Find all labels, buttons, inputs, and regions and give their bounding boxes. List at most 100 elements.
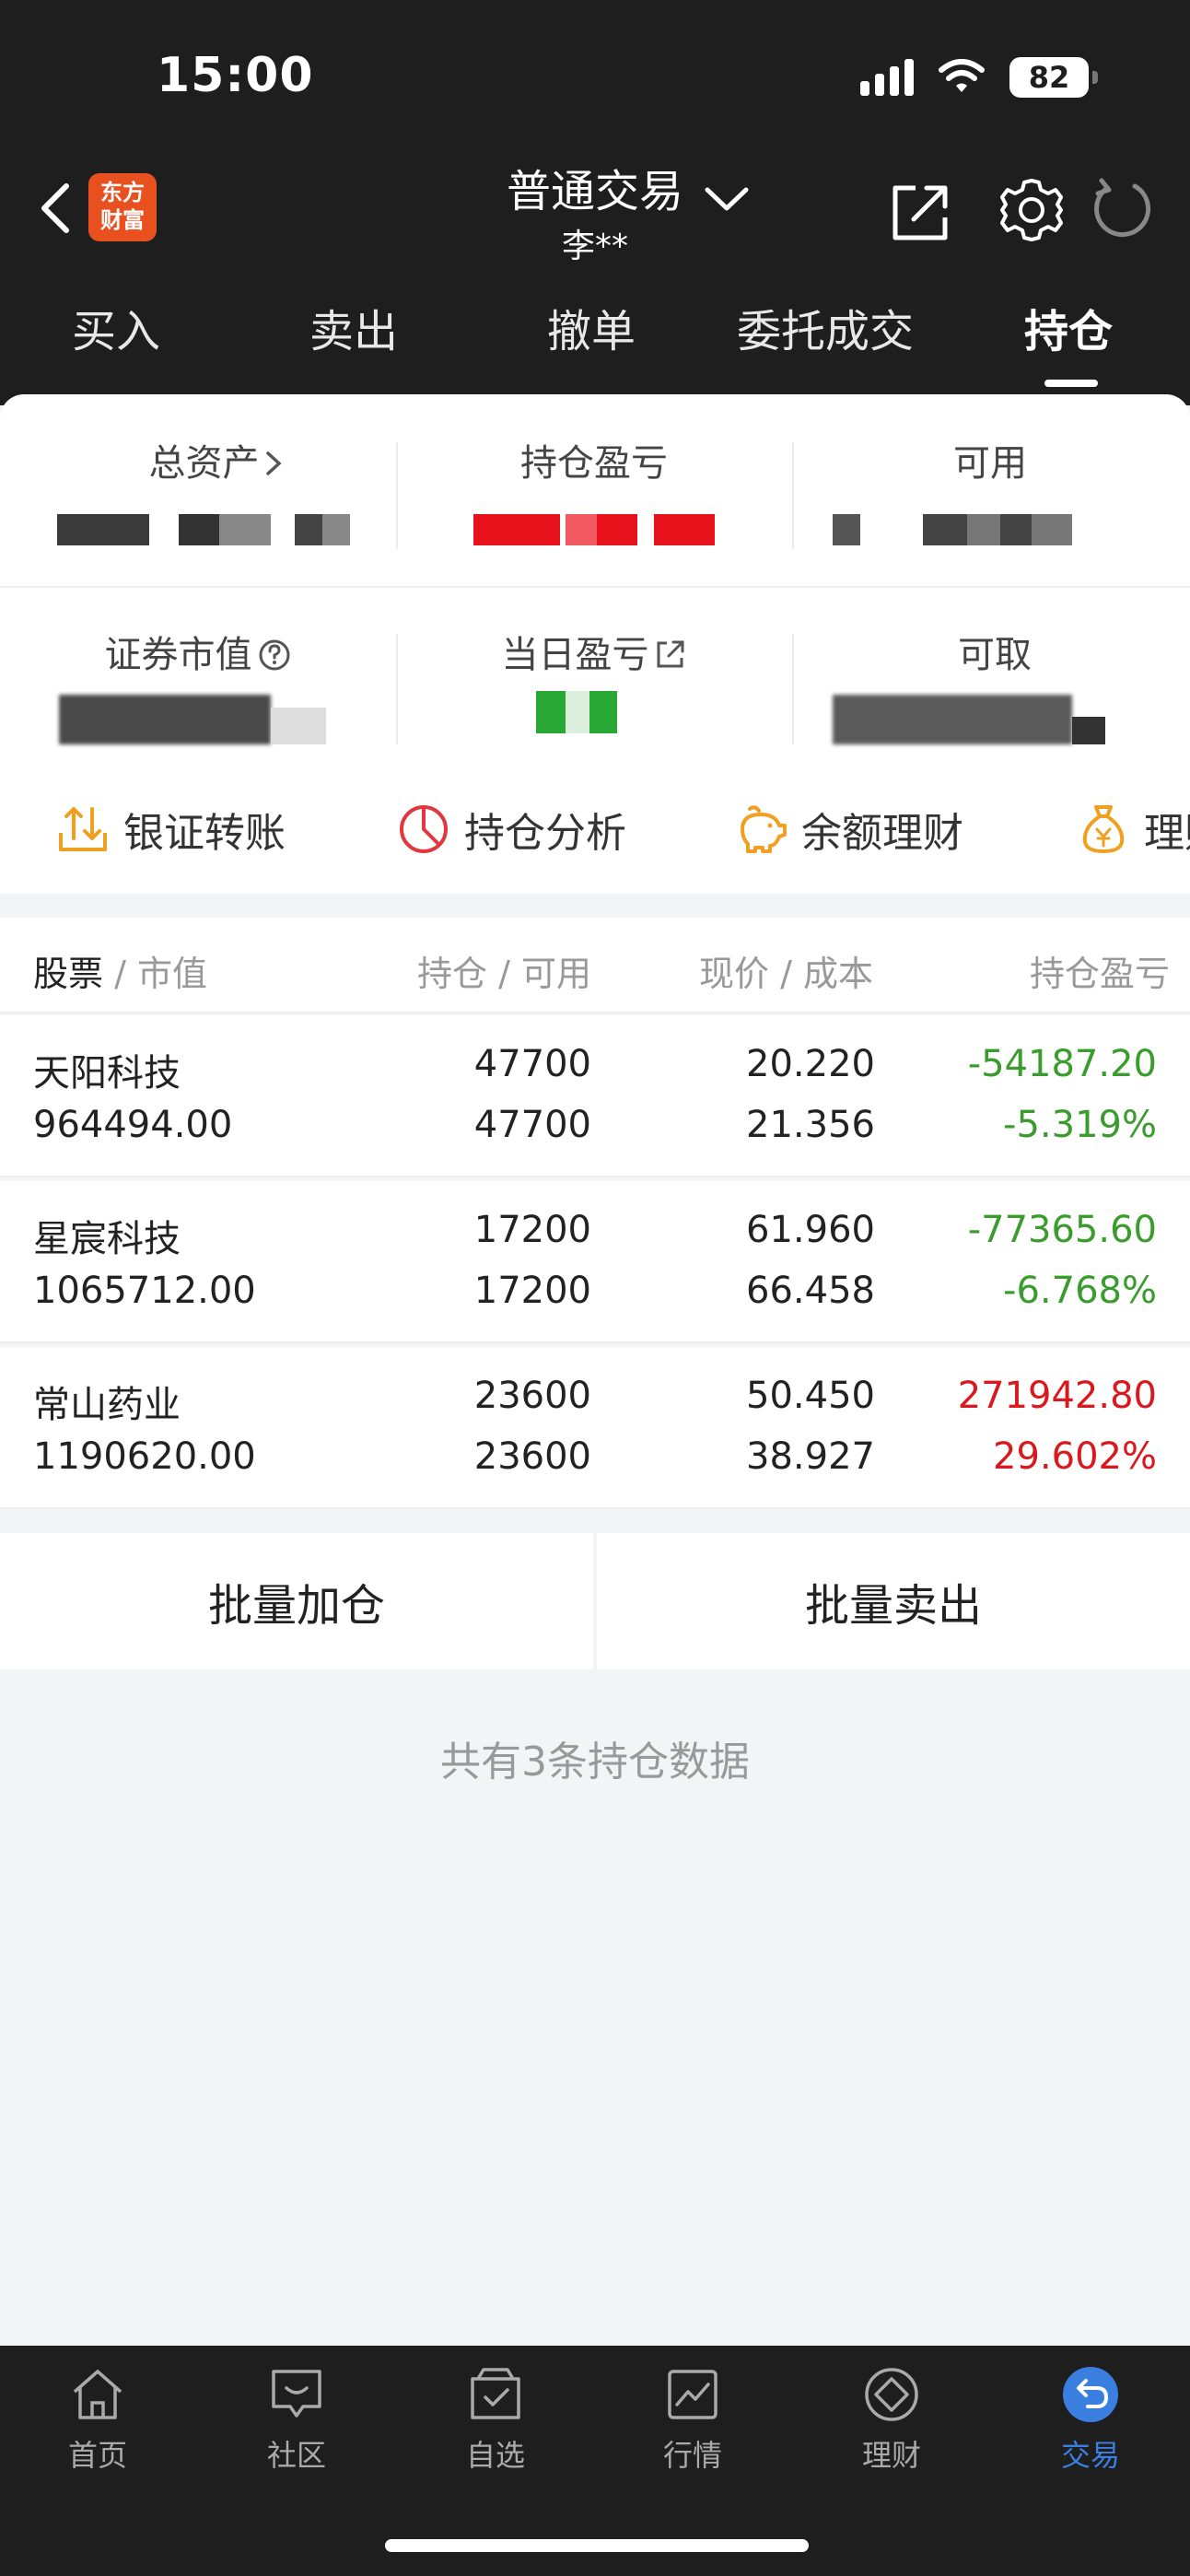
total-assets-value-masked <box>57 514 361 545</box>
header-stock[interactable]: 股票 / 市值 <box>33 945 207 996</box>
chevron-down-icon <box>705 187 749 211</box>
transfer-icon <box>59 807 107 851</box>
nav-label: 社区 <box>266 2438 326 2473</box>
nav-market[interactable]: 行情 <box>601 2364 785 2475</box>
stock-market-value: 1190620.00 <box>33 1435 256 1478</box>
stock-available: 47700 <box>473 1104 591 1146</box>
nav-home[interactable]: 首页 <box>6 2364 190 2475</box>
refresh-icon[interactable] <box>1089 177 1153 241</box>
nav-label: 自选 <box>465 2438 525 2473</box>
stock-cost: 21.356 <box>746 1104 875 1146</box>
stock-market-value: 1065712.00 <box>33 1270 256 1312</box>
status-icons: 82 <box>860 57 1098 98</box>
watchlist-icon <box>471 2368 520 2419</box>
gear-icon[interactable] <box>997 175 1067 245</box>
quick-action-label: 持仓分析 <box>464 810 626 857</box>
wealth-icon <box>865 2368 918 2421</box>
table-row[interactable]: 星宸科技 1065712.00 17200 17200 61.960 66.45… <box>0 1181 1190 1343</box>
stock-position: 17200 <box>473 1209 591 1251</box>
bank-transfer-button[interactable]: 银证转账 <box>55 800 286 859</box>
available-label: 可用 <box>953 442 1027 485</box>
stock-price: 61.960 <box>746 1209 875 1251</box>
header-position[interactable]: 持仓 / 可用 <box>417 945 591 996</box>
external-link-icon[interactable] <box>654 638 687 671</box>
quick-action-label: 余额理财 <box>801 810 963 857</box>
stock-cost: 66.458 <box>746 1270 875 1312</box>
market-icon <box>668 2370 718 2419</box>
balance-wealth-button[interactable]: 余额理财 <box>733 800 963 859</box>
header-price-label: 现价 <box>699 954 770 994</box>
withdrawable-label: 可取 <box>958 634 1032 676</box>
total-assets-label: 总资产 <box>148 442 260 485</box>
header-pnl-label: 持仓盈亏 <box>1029 954 1170 994</box>
header-price[interactable]: 现价 / 成本 <box>699 945 873 996</box>
tab-sell[interactable]: 卖出 <box>309 295 398 359</box>
home-indicator <box>385 2539 809 2552</box>
available-value-masked <box>833 514 1137 545</box>
stock-pnl-percent: -5.319% <box>1003 1104 1157 1146</box>
daily-pnl-value-masked <box>536 691 656 733</box>
daily-pnl-metric[interactable]: 当日盈亏 <box>396 625 792 678</box>
daily-pnl-label: 当日盈亏 <box>501 634 649 676</box>
money-bag-icon <box>1082 805 1125 853</box>
nav-label: 交易 <box>1060 2438 1120 2473</box>
market-value-value-masked <box>59 695 363 744</box>
nav-label: 理财 <box>861 2438 921 2473</box>
tab-orders[interactable]: 委托成交 <box>737 295 914 359</box>
tab-buy[interactable]: 买入 <box>72 295 160 359</box>
batch-actions: 批量加仓 批量卖出 <box>0 1533 1190 1669</box>
nav-watchlist[interactable]: 自选 <box>403 2364 588 2475</box>
stock-name: 星宸科技 <box>33 1218 181 1260</box>
stock-pnl-percent: 29.602% <box>993 1435 1157 1478</box>
export-icon[interactable] <box>888 179 954 245</box>
available-metric: 可用 <box>792 433 1188 486</box>
nav-wealth[interactable]: 理财 <box>799 2364 984 2475</box>
market-value-label: 证券市值 <box>104 634 252 676</box>
nav-community[interactable]: 社区 <box>204 2364 389 2475</box>
wealth-button[interactable]: 理财 <box>1076 800 1190 859</box>
battery-indicator: 82 <box>1009 57 1098 98</box>
cellular-signal-icon <box>860 59 914 96</box>
stock-pnl: -77365.60 <box>967 1209 1157 1251</box>
nav-trade[interactable]: 交易 <box>998 2364 1183 2475</box>
stock-cost: 38.927 <box>746 1435 875 1478</box>
position-pnl-value-masked <box>473 514 722 545</box>
status-time: 15:00 <box>157 48 314 103</box>
home-icon <box>73 2370 122 2419</box>
tab-positions[interactable]: 持仓 <box>1024 295 1113 359</box>
table-row[interactable]: 天阳科技 964494.00 47700 47700 20.220 21.356… <box>0 1015 1190 1177</box>
header-pnl[interactable]: 持仓盈亏 <box>1030 945 1170 996</box>
stock-position: 23600 <box>473 1375 591 1417</box>
position-pnl-label: 持仓盈亏 <box>520 442 668 485</box>
stock-name: 天阳科技 <box>33 1052 181 1095</box>
position-analysis-button[interactable]: 持仓分析 <box>396 800 626 859</box>
holdings-count: 共有3条持仓数据 <box>440 1739 750 1786</box>
stock-price: 50.450 <box>746 1375 875 1417</box>
stock-pnl-percent: -6.768% <box>1003 1270 1157 1312</box>
total-assets-metric[interactable]: 总资产 <box>18 433 414 486</box>
header-cost-label: 成本 <box>802 954 873 994</box>
tab-cancel[interactable]: 撤单 <box>547 295 636 359</box>
position-pnl-metric: 持仓盈亏 <box>396 433 792 486</box>
community-icon <box>272 2370 321 2418</box>
help-circle-icon[interactable] <box>257 638 292 673</box>
header-position-label: 持仓 <box>417 954 488 994</box>
stock-available: 23600 <box>473 1435 591 1478</box>
top-bar: 15:00 82 东方 财富 普通交易 李** 买入 卖出 撤单 委托成交 持仓 <box>0 0 1190 405</box>
divider <box>396 634 398 744</box>
market-value-metric[interactable]: 证券市值 <box>0 625 396 678</box>
quick-actions: 银证转账 持仓分析 余额理财 理财 <box>0 800 1190 892</box>
table-row[interactable]: 常山药业 1190620.00 23600 23600 50.450 38.92… <box>0 1347 1190 1509</box>
batch-add-button[interactable]: 批量加仓 <box>0 1533 593 1669</box>
stock-name: 常山药业 <box>33 1384 181 1426</box>
trade-tabs: 买入 卖出 撤单 委托成交 持仓 <box>0 295 1190 387</box>
stock-pnl: -54187.20 <box>967 1043 1157 1085</box>
quick-action-label: 理财 <box>1144 810 1190 857</box>
stock-pnl: 271942.80 <box>957 1375 1157 1417</box>
stock-market-value: 964494.00 <box>33 1104 233 1146</box>
active-tab-indicator <box>1044 380 1098 387</box>
trade-icon <box>1063 2367 1118 2422</box>
batch-sell-button[interactable]: 批量卖出 <box>597 1533 1190 1669</box>
chevron-right-icon <box>265 451 282 475</box>
withdrawable-metric: 可取 <box>797 625 1190 678</box>
